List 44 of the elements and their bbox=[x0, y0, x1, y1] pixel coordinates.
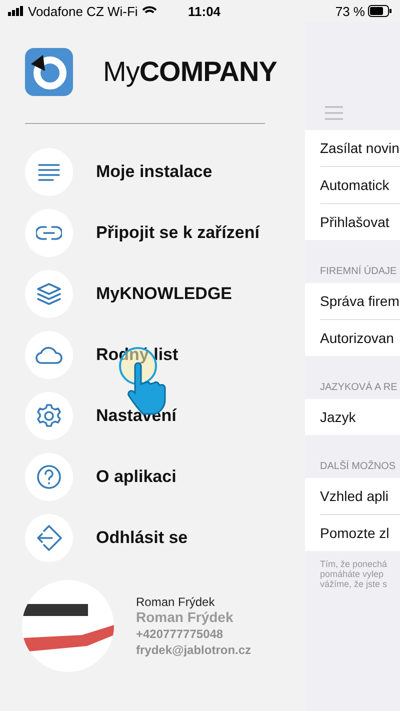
logout-icon bbox=[36, 524, 62, 550]
menu-icon-circle[interactable] bbox=[25, 148, 73, 196]
clock: 11:04 bbox=[187, 4, 222, 18]
footer-note: vážíme, že jste s bbox=[320, 579, 388, 589]
profile-title: Roman Frýdek bbox=[136, 595, 216, 609]
signal-icon bbox=[8, 6, 24, 16]
settings-row[interactable]: Autorizovan bbox=[320, 330, 394, 346]
settings-row[interactable]: Správa firem bbox=[320, 293, 400, 309]
settings-icon bbox=[36, 402, 62, 428]
carrier-name: Vodafone CZ Wi-Fi bbox=[28, 4, 138, 18]
section-header: DALŠÍ MOŽNOS bbox=[319, 459, 397, 474]
menu-item[interactable]: MyKNOWLEDGE bbox=[96, 284, 232, 304]
link-icon bbox=[36, 224, 62, 240]
battery-icon bbox=[368, 5, 392, 17]
menu-icon-circle[interactable] bbox=[25, 392, 73, 440]
menu-item[interactable]: Odhlásit se bbox=[96, 528, 188, 548]
settings-row[interactable]: Přihlašovat bbox=[320, 214, 390, 230]
list-icon bbox=[37, 162, 61, 182]
menu-item[interactable]: Připojit se k zařízení bbox=[96, 222, 260, 242]
footer-note: pomáháte vylep bbox=[320, 569, 385, 579]
section-header: JAZYKOVÁ A RE bbox=[319, 380, 398, 395]
brand-title: MyCOMPANY bbox=[103, 56, 277, 88]
menu-icon-circle[interactable] bbox=[25, 330, 73, 378]
settings-row[interactable]: Automatick bbox=[320, 177, 390, 193]
menu-icon-circle[interactable] bbox=[25, 452, 73, 500]
cloud-icon bbox=[35, 344, 63, 364]
settings-row[interactable]: Pomozte zl bbox=[320, 525, 390, 541]
profile-name: Roman Frýdek bbox=[136, 609, 234, 625]
app-logo bbox=[25, 48, 73, 96]
profile-email: frydek@jablotron.cz bbox=[136, 643, 252, 657]
menu-icon-circle[interactable] bbox=[25, 270, 73, 318]
battery-percentage: 73 % bbox=[335, 4, 365, 18]
layers-icon bbox=[36, 282, 62, 306]
menu-item[interactable]: Moje instalace bbox=[96, 162, 212, 182]
profile-phone: +420777775048 bbox=[136, 627, 224, 641]
settings-row[interactable]: Vzhled apli bbox=[320, 488, 388, 504]
footer-note: Tím, že ponechá bbox=[320, 559, 388, 569]
menu-icon-circle[interactable] bbox=[25, 514, 73, 562]
settings-row[interactable]: Zasílat novin bbox=[320, 140, 400, 156]
menu-icon-circle[interactable] bbox=[25, 208, 73, 256]
section-header: FIREMNÍ ÚDAJE bbox=[319, 264, 398, 279]
settings-row[interactable]: Jazyk bbox=[320, 409, 356, 425]
menu-item[interactable]: O aplikaci bbox=[96, 466, 176, 486]
help-icon bbox=[36, 464, 62, 490]
